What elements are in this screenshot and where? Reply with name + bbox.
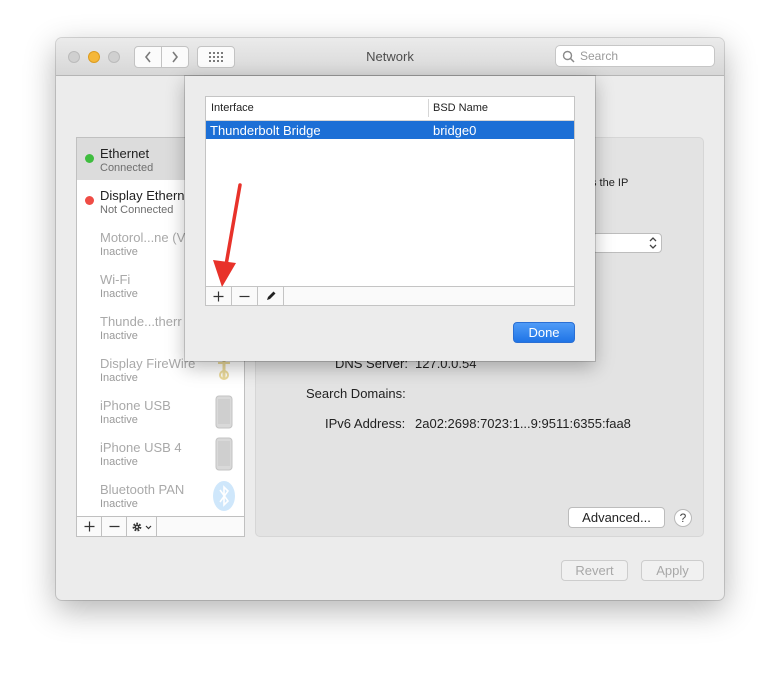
service-name: Bluetooth PAN <box>100 482 185 497</box>
edit-interface-button[interactable] <box>258 287 284 305</box>
service-status: Inactive <box>100 372 138 384</box>
search-icon <box>562 50 575 63</box>
column-divider <box>428 99 429 117</box>
table-row[interactable]: Thunderbolt Bridge bridge0 <box>206 121 574 139</box>
service-status: Inactive <box>100 414 138 426</box>
search-input[interactable] <box>580 49 710 63</box>
minus-icon <box>239 295 250 297</box>
service-name: iPhone USB 4 <box>100 440 182 455</box>
service-name: Thunde...therr <box>100 314 182 329</box>
configure-popup[interactable] <box>592 233 662 253</box>
service-status: Inactive <box>100 288 138 300</box>
ipv6-address-value: 2a02:2698:7023:1...9:9511:6355:faa8 <box>415 416 631 431</box>
pencil-icon <box>266 291 275 300</box>
service-name: Ethernet <box>100 146 150 161</box>
service-name: Display Ethern <box>100 188 185 203</box>
iphone-icon <box>215 437 233 471</box>
iphone-icon <box>215 395 233 429</box>
interface-table: Interface BSD Name Thunderbolt Bridge br… <box>205 96 575 306</box>
service-status: Not Connected <box>100 204 174 216</box>
service-status: Connected <box>100 162 154 174</box>
service-status: Inactive <box>100 456 138 468</box>
table-toolbar <box>205 286 575 306</box>
ipv6-address-label: IPv6 Address: <box>325 416 406 431</box>
search-domains-label: Search Domains: <box>306 386 406 401</box>
service-status: Inactive <box>100 246 138 258</box>
apply-button[interactable]: Apply <box>641 560 704 581</box>
interface-sheet: Interface BSD Name Thunderbolt Bridge br… <box>185 76 595 361</box>
column-header-interface[interactable]: Interface <box>211 102 254 114</box>
cell-interface: Thunderbolt Bridge <box>210 123 321 138</box>
add-interface-button[interactable] <box>206 287 232 305</box>
chevron-up-down-icon <box>649 237 657 249</box>
cell-bsd-name: bridge0 <box>433 123 477 138</box>
add-service-button[interactable] <box>77 517 102 536</box>
done-button[interactable]: Done <box>513 322 575 343</box>
service-list-toolbar <box>76 516 245 537</box>
help-button[interactable]: ? <box>674 509 692 527</box>
service-name: Wi-Fi <box>100 272 131 287</box>
remove-interface-button[interactable] <box>232 287 258 305</box>
title-bar: Network <box>56 38 724 76</box>
plus-icon <box>213 291 224 301</box>
gear-icon <box>132 522 151 531</box>
service-item-iphone-usb-4[interactable]: iPhone USB 4 Inactive <box>77 432 244 474</box>
service-item-iphone-usb[interactable]: iPhone USB Inactive <box>77 390 244 432</box>
plus-icon <box>84 521 94 532</box>
advanced-button[interactable]: Advanced... <box>568 507 665 528</box>
status-dot-disconnected <box>85 196 94 205</box>
service-name: iPhone USB <box>100 398 171 413</box>
table-header: Interface BSD Name <box>206 97 574 121</box>
service-status: Inactive <box>100 330 138 342</box>
service-actions-menu[interactable] <box>127 517 157 536</box>
status-dot-connected <box>85 154 94 163</box>
search-field[interactable] <box>555 45 715 67</box>
bluetooth-icon <box>213 481 235 511</box>
remove-service-button[interactable] <box>102 517 127 536</box>
service-name: Motorol...ne (V <box>100 230 186 245</box>
column-header-bsd-name[interactable]: BSD Name <box>433 102 488 114</box>
detail-status-text: s the IP <box>591 177 629 189</box>
service-name: Display FireWire <box>100 356 196 371</box>
revert-button[interactable]: Revert <box>561 560 628 581</box>
minus-icon <box>109 525 119 528</box>
service-item-bluetooth-pan[interactable]: Bluetooth PAN Inactive <box>77 474 244 516</box>
service-status: Inactive <box>100 498 138 510</box>
